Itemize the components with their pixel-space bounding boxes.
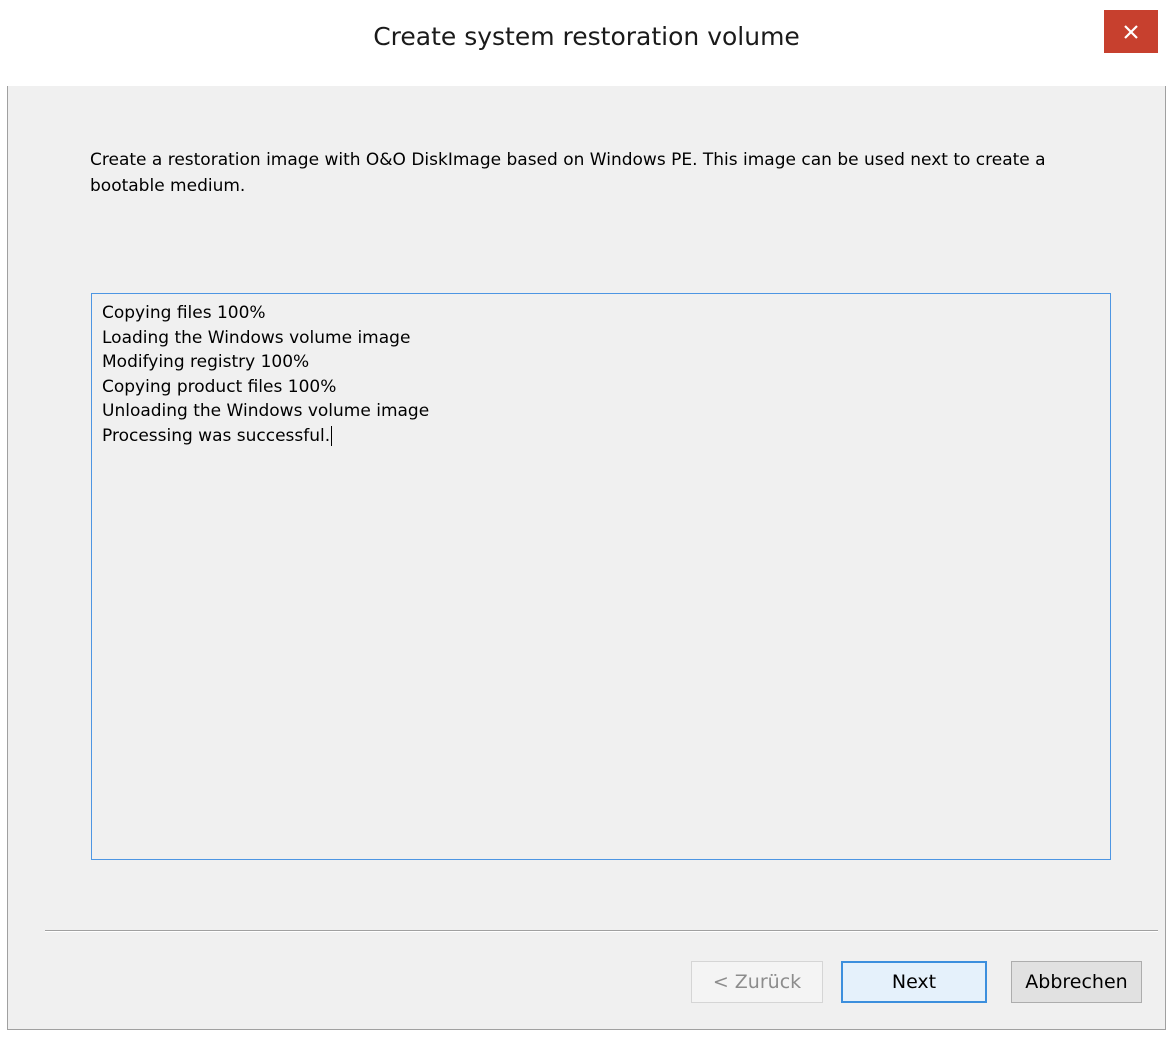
log-line: Modifying registry 100% xyxy=(102,352,310,372)
back-button[interactable]: < Zurück xyxy=(691,961,823,1003)
next-button[interactable]: Next xyxy=(841,961,987,1003)
log-line: Copying product files 100% xyxy=(102,376,337,397)
footer-separator-highlight xyxy=(45,931,1158,932)
log-output-textarea[interactable]: Copying files 100% Loading the Windows v… xyxy=(91,293,1111,860)
log-line-last: Processing was successful. xyxy=(102,424,1100,449)
cancel-button[interactable]: Abbrechen xyxy=(1011,961,1142,1003)
log-line: Unloading the Windows volume image xyxy=(102,401,430,421)
log-line: Loading the Windows volume image xyxy=(102,327,411,348)
window-title: Create system restoration volume xyxy=(373,22,800,51)
log-line: Copying files 100% xyxy=(102,303,266,323)
close-button[interactable] xyxy=(1104,10,1158,53)
text-caret xyxy=(331,425,333,446)
description-text: Create a restoration image with O&O Disk… xyxy=(90,150,1046,196)
close-icon xyxy=(1124,24,1138,39)
log-line-text: Processing was successful. xyxy=(102,425,331,446)
title-bar[interactable]: Create system restoration volume xyxy=(7,0,1166,86)
